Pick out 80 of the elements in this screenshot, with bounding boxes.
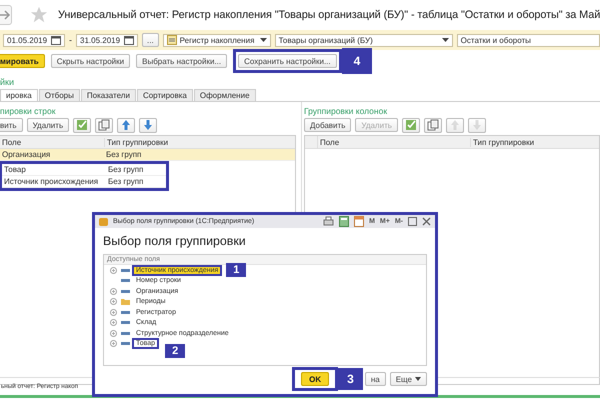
- checkmark-icon: [76, 119, 88, 131]
- settings-tab[interactable]: ировка: [0, 89, 38, 101]
- table-row[interactable]: Организация Без групп: [0, 149, 295, 161]
- window-title: Универсальный отчет: Регистр накопления "Товары организаций (БУ)" - таблица "Остатки и обороты" за Май: [58, 9, 600, 21]
- arrow-up-icon: [450, 119, 460, 131]
- calculator-icon[interactable]: [339, 216, 350, 227]
- period-button[interactable]: ...: [142, 33, 159, 47]
- callout-badge: 3: [338, 368, 363, 390]
- copy-button[interactable]: [424, 118, 442, 132]
- settings-tab[interactable]: Сортировка: [136, 89, 193, 101]
- expand-icon[interactable]: [110, 308, 117, 316]
- copy-button[interactable]: [95, 118, 114, 132]
- dialog-heading: Выбор поля группировки: [103, 234, 246, 250]
- dropdown-icon: [260, 38, 267, 42]
- date-field[interactable]: 01.05.2019: [3, 34, 65, 46]
- ok-button[interactable]: OK: [301, 372, 330, 386]
- arrow-down-icon: [472, 119, 482, 131]
- table-cell-text: Без групп: [105, 150, 142, 159]
- callout-badge: 2: [165, 344, 186, 358]
- table-select[interactable]: Остатки и обороты: [456, 34, 600, 46]
- register-select[interactable]: Товары организаций (БУ): [274, 34, 453, 46]
- range-separator: -: [69, 35, 72, 45]
- callout-badge: 1: [226, 263, 246, 278]
- app-logo-icon: [99, 218, 108, 226]
- table-cell-text: Организация: [1, 150, 52, 159]
- dropdown-icon: [415, 377, 421, 381]
- expand-icon[interactable]: [110, 319, 117, 326]
- copy-icon: [426, 119, 439, 131]
- register-icon: [166, 35, 177, 45]
- dropdown-icon: [442, 38, 449, 42]
- column-header[interactable]: Тип группировки: [104, 138, 168, 146]
- star-icon[interactable]: [30, 6, 48, 24]
- action-button[interactable]: Выбрать настройки...: [136, 54, 228, 68]
- move-up-button[interactable]: [117, 118, 136, 132]
- settings-tab[interactable]: Показатели: [80, 89, 136, 101]
- section-title: пировки строк: [0, 106, 56, 117]
- move-down-button[interactable]: [139, 118, 158, 132]
- checkmark-icon: [404, 119, 417, 131]
- cancel-button[interactable]: на: [364, 372, 386, 386]
- callout-badge: 4: [342, 48, 372, 74]
- expand-icon[interactable]: [110, 298, 117, 306]
- table-row[interactable]: Источник происхождения Без групп: [2, 176, 166, 188]
- table-cell-text: Товар: [3, 165, 27, 174]
- calendar-icon: [51, 36, 61, 44]
- section-title: Группировки колонок: [304, 106, 388, 117]
- copy-icon: [98, 119, 110, 131]
- printer-icon[interactable]: [323, 216, 334, 227]
- checkmark-button[interactable]: [73, 118, 92, 132]
- calendar-icon: [124, 36, 134, 44]
- table-row[interactable]: Товар Без групп: [2, 164, 166, 176]
- calendar-icon[interactable]: [354, 216, 364, 227]
- table-cell-text: Без групп: [107, 165, 144, 174]
- action-button[interactable]: Сохранить настройки...: [238, 54, 337, 68]
- expand-icon[interactable]: [110, 330, 117, 337]
- expand-icon[interactable]: [110, 340, 117, 348]
- toolbar-button[interactable]: Добавить: [304, 118, 352, 132]
- expand-icon[interactable]: [110, 266, 117, 274]
- arrow-right-icon: [0, 10, 11, 20]
- column-header[interactable]: Тип группировки: [470, 138, 534, 146]
- arrow-down-icon: [143, 119, 154, 131]
- action-button[interactable]: мировать: [0, 54, 45, 68]
- register-type-select[interactable]: Регистр накопления: [162, 34, 271, 46]
- maximize-icon[interactable]: [408, 217, 417, 226]
- column-header[interactable]: Поле: [318, 138, 470, 146]
- arrow-up-icon: [121, 119, 132, 131]
- folder-icon: [121, 298, 130, 306]
- close-icon[interactable]: [422, 217, 431, 226]
- more-button[interactable]: Еще: [390, 372, 427, 386]
- date-field[interactable]: 31.05.2019: [76, 34, 138, 46]
- settings-tab[interactable]: Отборы: [38, 89, 80, 101]
- column-header[interactable]: Поле: [0, 138, 104, 146]
- expand-icon[interactable]: [110, 288, 117, 295]
- settings-tab[interactable]: Оформление: [194, 89, 256, 101]
- checkmark-button[interactable]: [402, 118, 420, 132]
- forward-button[interactable]: [0, 5, 12, 25]
- toolbar-button[interactable]: вить: [0, 118, 23, 132]
- table-cell-text: Без групп: [107, 177, 144, 186]
- action-button[interactable]: Скрыть настройки: [50, 54, 130, 68]
- toolbar-button[interactable]: Удалить: [26, 118, 70, 132]
- table-cell-text: Источник происхождения: [3, 177, 100, 186]
